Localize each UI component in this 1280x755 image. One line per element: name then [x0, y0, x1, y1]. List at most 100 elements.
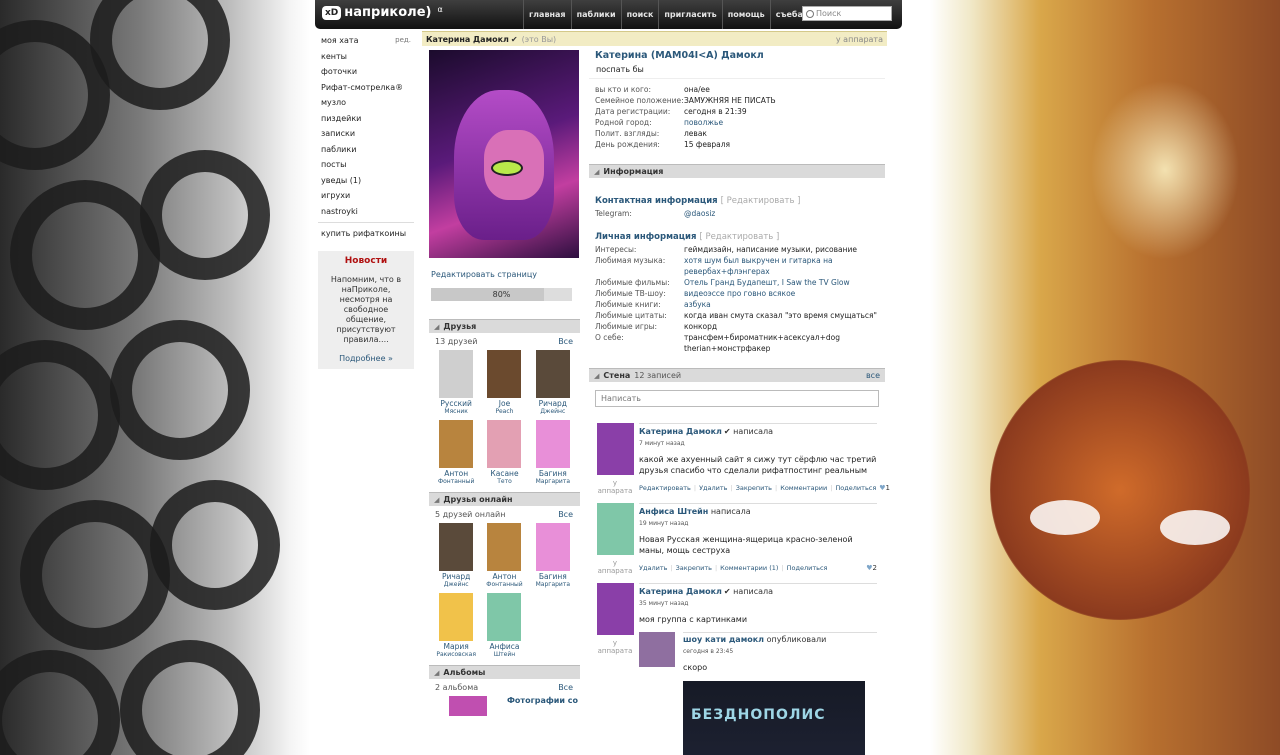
like-button[interactable]: ♥1: [879, 484, 890, 492]
friend-avatar[interactable]: [439, 523, 474, 571]
info-value[interactable]: Отель Гранд Будапешт, I Saw the TV Glow: [684, 277, 885, 288]
friend-name[interactable]: Joe: [480, 400, 528, 408]
post-action-link[interactable]: Комментарии (1): [720, 564, 778, 572]
post-action-link[interactable]: Закрепить: [676, 564, 712, 572]
like-button[interactable]: ♥2: [866, 564, 877, 572]
info-value[interactable]: хотя шум был выкручен и гитарка на ревер…: [684, 255, 885, 277]
post-action-link[interactable]: Редактировать: [639, 484, 691, 492]
friend-name[interactable]: Антон: [432, 470, 480, 478]
logo[interactable]: xD наприколе) α: [322, 5, 443, 20]
menu-item-my-home[interactable]: моя хата ред.: [318, 33, 414, 49]
friend-avatar[interactable]: [439, 420, 474, 468]
friend-surname[interactable]: Маргарита: [529, 581, 577, 589]
friend-surname[interactable]: Фонтанный: [432, 478, 480, 486]
info-value[interactable]: азбука: [684, 299, 885, 310]
nav-home[interactable]: главная: [523, 0, 571, 29]
post-action-link[interactable]: Закрепить: [736, 484, 772, 492]
friend-name[interactable]: Багиня: [529, 573, 577, 581]
menu-item-messages[interactable]: пиздейки: [318, 111, 414, 127]
nav-publics[interactable]: паблики: [570, 0, 621, 29]
friend-surname[interactable]: Мясник: [432, 408, 480, 416]
friend-item[interactable]: Ричард Джейнс: [529, 350, 577, 416]
info-value[interactable]: поволжье: [684, 117, 885, 128]
menu-item-video[interactable]: Рифат-смотрелка®: [318, 80, 414, 96]
album-item[interactable]: Фотографии со: [429, 692, 580, 716]
post-action-link[interactable]: Поделиться: [835, 484, 876, 492]
post-action-link[interactable]: Удалить: [639, 564, 667, 572]
friend-surname[interactable]: Штейн: [480, 651, 528, 659]
repost-image[interactable]: БЕЗДНОПОЛИС: [683, 681, 865, 755]
friend-avatar[interactable]: [535, 523, 570, 571]
friend-avatar[interactable]: [439, 350, 474, 398]
info-value[interactable]: @daosiz: [684, 208, 885, 219]
menu-edit-link[interactable]: ред.: [395, 33, 411, 49]
friend-name[interactable]: Ричард: [529, 400, 577, 408]
friends-section-header[interactable]: ◢ Друзья: [429, 319, 580, 333]
friend-item[interactable]: Ричард Джейнс: [432, 523, 480, 589]
friend-name[interactable]: Русский: [432, 400, 480, 408]
friend-surname[interactable]: Джейнс: [432, 581, 480, 589]
repost-author-name[interactable]: шоу кати дамокл: [683, 635, 764, 644]
nav-search[interactable]: поиск: [620, 0, 659, 29]
friend-item[interactable]: Joe Peach: [480, 350, 528, 416]
nav-help[interactable]: помощь: [721, 0, 770, 29]
post-author-name[interactable]: Анфиса Штейн: [639, 507, 708, 516]
friend-avatar[interactable]: [487, 593, 522, 641]
wall-section-header[interactable]: ◢ Стена 12 записей все: [589, 368, 885, 382]
albums-all-link[interactable]: Все: [558, 683, 573, 692]
post-author-name[interactable]: Катерина Дамокл: [639, 587, 722, 596]
friend-surname[interactable]: Peach: [480, 408, 528, 416]
menu-item-friends[interactable]: кенты: [318, 49, 414, 65]
friend-item[interactable]: Антон Фонтанный: [480, 523, 528, 589]
friend-item[interactable]: Багиня Маргарита: [529, 523, 577, 589]
friend-item[interactable]: Мария Ракисовская: [432, 593, 480, 659]
menu-item-notes[interactable]: записки: [318, 126, 414, 142]
friend-surname[interactable]: Фонтанный: [480, 581, 528, 589]
friend-item[interactable]: Антон Фонтанный: [432, 420, 480, 486]
menu-item-posts[interactable]: посты: [318, 157, 414, 173]
post-action-link[interactable]: Удалить: [699, 484, 727, 492]
profile-status[interactable]: поспать бы: [589, 61, 885, 79]
menu-item-buy-coins[interactable]: купить рифаткоины: [318, 226, 414, 242]
friend-name[interactable]: Касане: [480, 470, 528, 478]
post-author-avatar[interactable]: [596, 423, 634, 475]
friend-item[interactable]: Касане Тето: [480, 420, 528, 486]
friend-item[interactable]: Русский Мясник: [432, 350, 480, 416]
menu-item-photos[interactable]: фоточки: [318, 64, 414, 80]
friend-surname[interactable]: Тето: [480, 478, 528, 486]
friend-surname[interactable]: Маргарита: [529, 478, 577, 486]
friend-avatar[interactable]: [535, 420, 570, 468]
menu-item-notifications[interactable]: уведы (1): [318, 173, 414, 189]
friend-item[interactable]: Багиня Маргарита: [529, 420, 577, 486]
contact-edit-link[interactable]: [ Редактировать ]: [721, 196, 801, 206]
friends-online-all-link[interactable]: Все: [558, 510, 573, 519]
friend-surname[interactable]: Ракисовская: [432, 651, 480, 659]
friend-avatar[interactable]: [535, 350, 570, 398]
menu-item-music[interactable]: музло: [318, 95, 414, 111]
wall-all-link[interactable]: все: [866, 371, 880, 380]
menu-item-games[interactable]: игрухи: [318, 188, 414, 204]
friend-name[interactable]: Мария: [432, 643, 480, 651]
menu-item-publics[interactable]: паблики: [318, 142, 414, 158]
repost-avatar[interactable]: [639, 632, 675, 667]
friend-name[interactable]: Анфиса: [480, 643, 528, 651]
info-value[interactable]: видеоэссе про говно всякое: [684, 288, 885, 299]
friend-avatar[interactable]: [487, 523, 522, 571]
search-input[interactable]: Поиск: [802, 6, 892, 21]
friend-surname[interactable]: Джейнс: [529, 408, 577, 416]
friend-avatar[interactable]: [439, 593, 474, 641]
friend-name[interactable]: Ричард: [432, 573, 480, 581]
post-author-name[interactable]: Катерина Дамокл: [639, 427, 722, 436]
post-action-link[interactable]: Поделиться: [787, 564, 828, 572]
post-author-avatar[interactable]: [596, 583, 634, 635]
nav-invite[interactable]: пригласить: [658, 0, 721, 29]
friend-avatar[interactable]: [487, 350, 522, 398]
post-time[interactable]: 19 минут назад: [639, 520, 877, 527]
friends-all-link[interactable]: Все: [558, 337, 573, 346]
personal-edit-link[interactable]: [ Редактировать ]: [699, 232, 779, 242]
friend-name[interactable]: Багиня: [529, 470, 577, 478]
post-action-link[interactable]: Комментарии: [780, 484, 827, 492]
albums-section-header[interactable]: ◢ Альбомы: [429, 665, 580, 679]
friends-online-section-header[interactable]: ◢ Друзья онлайн: [429, 492, 580, 506]
news-more-link[interactable]: Подробнее »: [322, 354, 410, 363]
